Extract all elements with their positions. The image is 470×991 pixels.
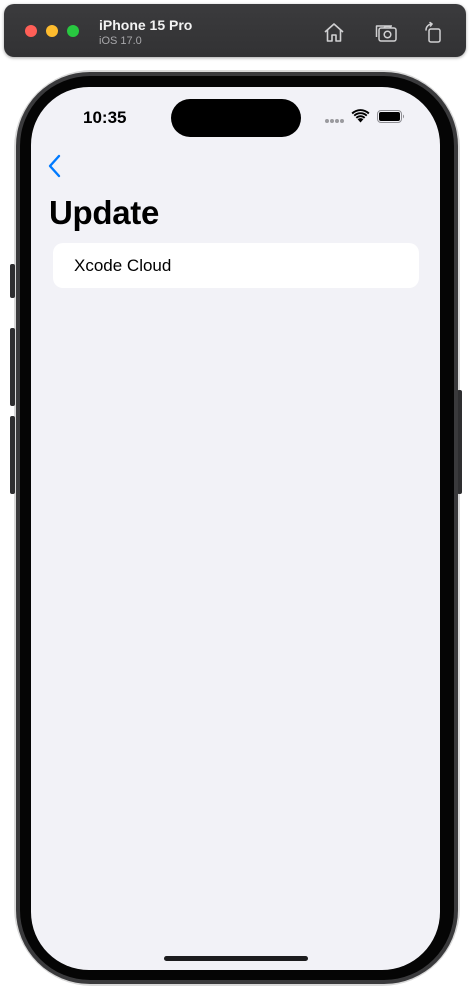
close-window-button[interactable] (25, 25, 37, 37)
battery-icon (377, 110, 405, 123)
device-name: iPhone 15 Pro (99, 17, 193, 33)
action-button[interactable] (10, 264, 15, 298)
minimize-window-button[interactable] (46, 25, 58, 37)
rotate-icon[interactable] (422, 21, 446, 45)
back-button[interactable] (45, 153, 67, 179)
device-screen: 10:35 Update Xcode Cloud (31, 87, 440, 970)
os-version: iOS 17.0 (99, 35, 142, 47)
zoom-window-button[interactable] (67, 25, 79, 37)
list-group: Xcode Cloud (53, 243, 419, 288)
home-icon[interactable] (322, 21, 346, 45)
volume-down-button[interactable] (10, 416, 15, 494)
page-title: Update (49, 194, 160, 231)
simulator-titlebar: iPhone 15 Pro iOS 17.0 (4, 4, 466, 57)
volume-up-button[interactable] (10, 328, 15, 406)
screenshot-icon[interactable] (374, 21, 398, 45)
status-time: 10:35 (83, 108, 127, 127)
list-item-xcode-cloud[interactable]: Xcode Cloud (53, 243, 419, 288)
dynamic-island (171, 99, 301, 137)
home-indicator[interactable] (164, 956, 308, 961)
cellular-dots-icon (325, 119, 345, 123)
wifi-icon (351, 109, 370, 123)
chevron-left-icon (48, 154, 61, 178)
